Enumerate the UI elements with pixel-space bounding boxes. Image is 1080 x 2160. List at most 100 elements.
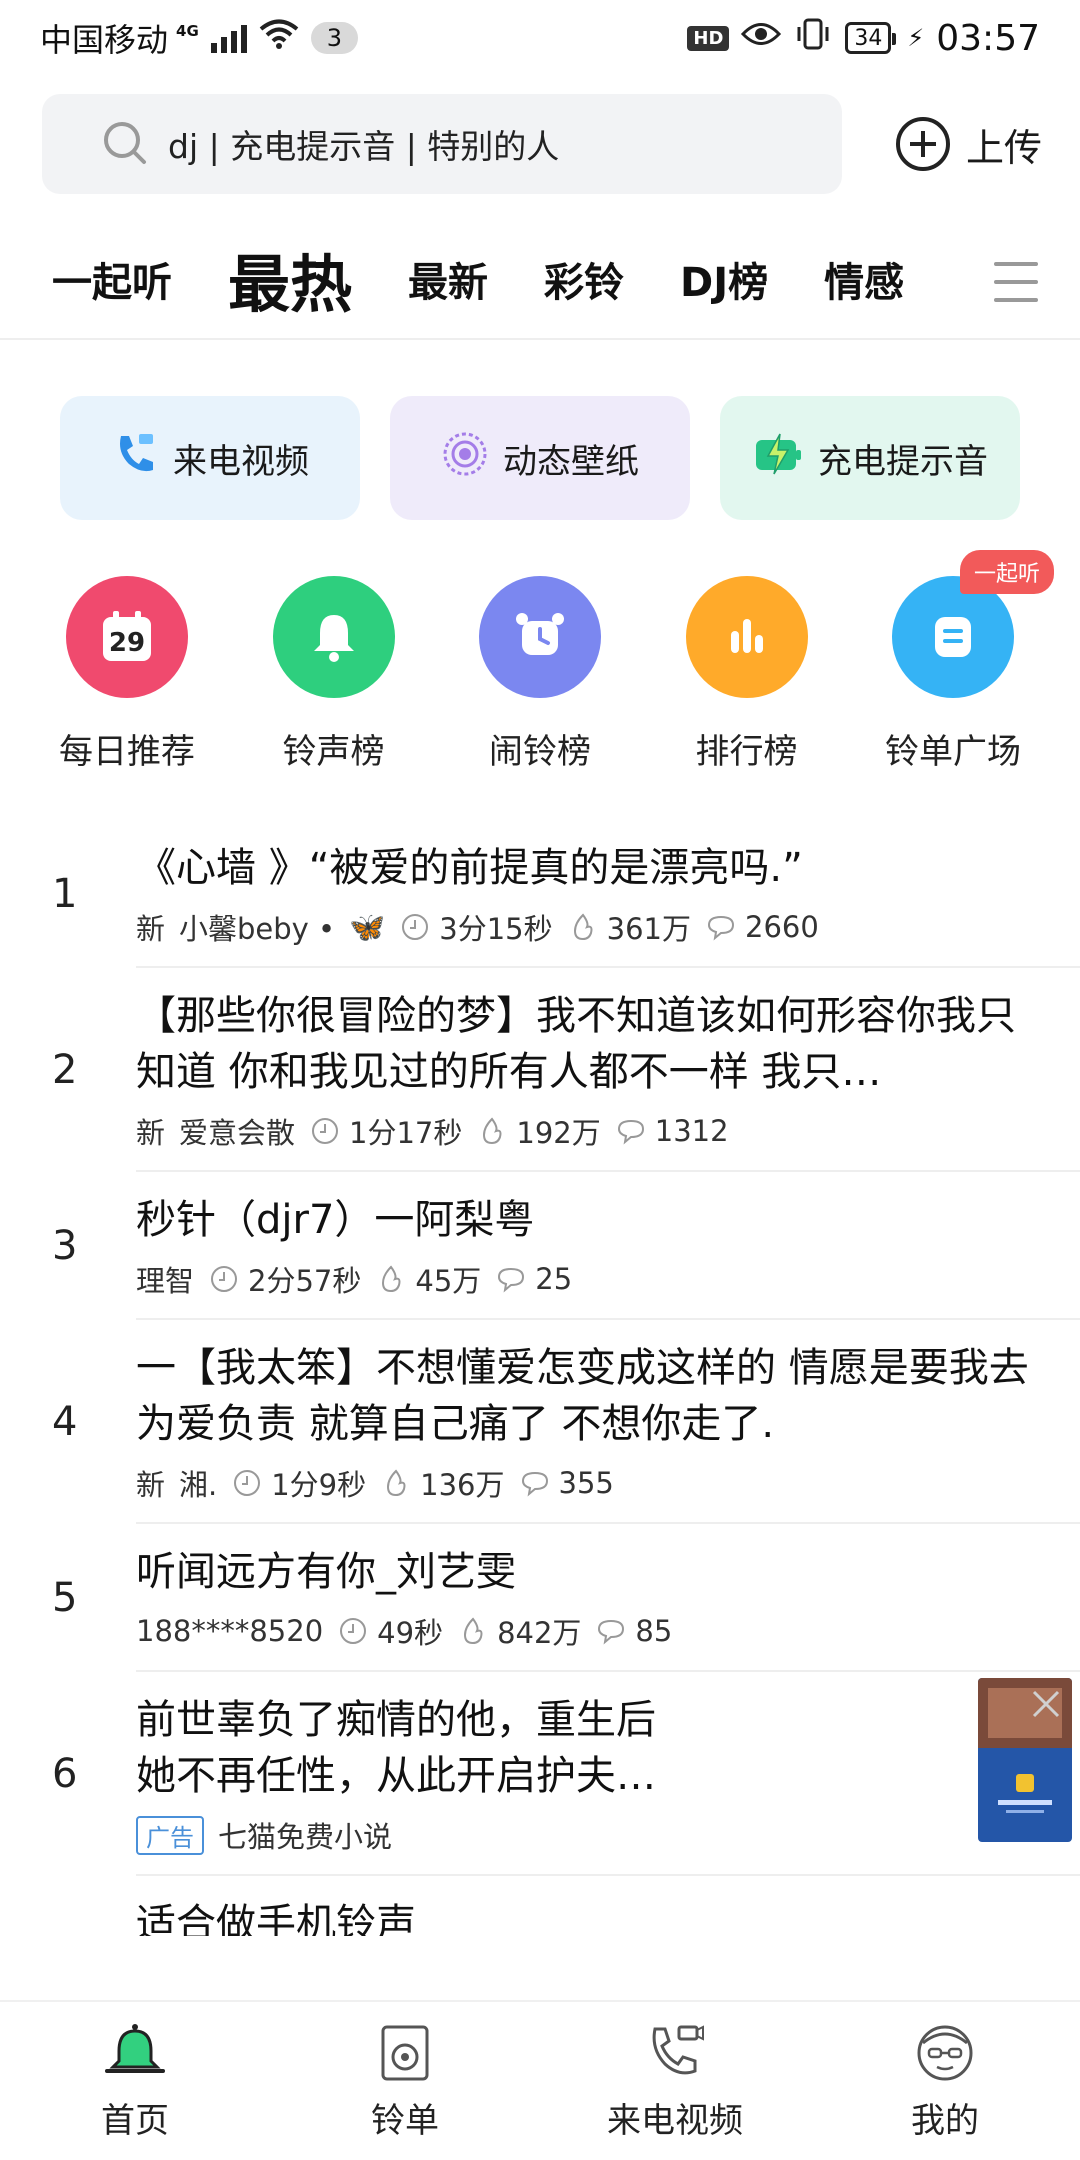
play-count: 192万 — [516, 1116, 601, 1150]
nav-home[interactable]: 首页 — [35, 2021, 235, 2142]
ad-thumbnail[interactable] — [978, 1678, 1072, 1842]
carrier-label: 中国移动 — [40, 21, 169, 59]
nav-profile[interactable]: 我的 — [845, 2021, 1045, 2142]
search-input[interactable]: dj | 充电提示音 | 特别的人 — [42, 94, 842, 194]
ad-title-line1: 前世辜负了痴情的他，重生后 — [136, 1697, 656, 1743]
wifi-icon — [259, 18, 299, 58]
phone-video-icon — [652, 2024, 704, 2074]
shortcut-daily-recommend[interactable]: 29 每日推荐 — [32, 576, 222, 773]
menu-icon[interactable] — [994, 262, 1038, 302]
nav-playlist[interactable]: 铃单 — [305, 2021, 505, 2142]
shortcut-row: 29 每日推荐 铃声榜 闹铃榜 排行榜 铃单广场 一起听 — [32, 550, 1054, 773]
ad-meta: 广告 七猫免费小说 — [136, 1814, 960, 1856]
play-count: 361万 — [606, 912, 691, 946]
network-type: 4G — [176, 22, 199, 40]
tab-newest[interactable]: 最新 — [408, 250, 488, 308]
clock-icon — [402, 914, 429, 940]
duration: 2分57秒 — [248, 1264, 362, 1298]
author-name: 理智 — [136, 1264, 195, 1298]
list-item[interactable]: 1 《心墙 》“被爱的前提真的是漂亮吗.” 新 小馨beby • 🦋 3分15秒… — [0, 820, 1080, 968]
charging-icon — [752, 430, 804, 487]
eye-icon — [741, 19, 782, 57]
profile-avatar-icon — [917, 2025, 973, 2080]
battery-level: 34 — [854, 25, 883, 51]
clock-icon — [340, 1618, 367, 1644]
alarm-clock-icon — [479, 576, 601, 698]
vibrate-icon — [793, 17, 833, 59]
shortcut-label: 每日推荐 — [59, 732, 195, 772]
tab-ringback[interactable]: 彩铃 — [544, 250, 624, 308]
shortcut-playlist-square[interactable]: 铃单广场 一起听 — [858, 550, 1054, 773]
clock-icon — [234, 1470, 261, 1496]
comment-count: 355 — [558, 1466, 614, 1500]
notification-count: 3 — [310, 22, 359, 54]
list-item[interactable]: 2 【那些你很冒险的梦】我不知道该如何形容你我只知道 你和我见过的所有人都不一样… — [0, 968, 1080, 1172]
category-tabs: 一起听 最热 最新 彩铃 DJ榜 情感 — [0, 220, 1080, 340]
ad-list-item[interactable]: 6 前世辜负了痴情的他，重生后 她不再任性，从此开启护夫… 广告 七猫免费小说 — [0, 1672, 1080, 1876]
rank-number: 3 — [52, 1223, 78, 1269]
shortcut-ringtone-chart[interactable]: 铃声榜 — [239, 576, 429, 773]
feature-label: 动态壁纸 — [503, 441, 639, 482]
ringtone-title: 【那些你很冒险的梦】我不知道该如何形容你我只知道 你和我见过的所有人都不一样 我… — [136, 993, 1016, 1095]
playlist-disc-icon — [381, 2025, 429, 2080]
ringtone-list: 1 《心墙 》“被爱的前提真的是漂亮吗.” 新 小馨beby • 🦋 3分15秒… — [0, 820, 1080, 1936]
tab-emotion[interactable]: 情感 — [824, 250, 904, 308]
shortcut-alarm-chart[interactable]: 闹铃榜 — [445, 576, 635, 773]
charging-bolt-icon: ⚡ — [907, 24, 925, 52]
upload-button[interactable]: 上传 — [895, 117, 1042, 172]
list-item[interactable]: 3 秒针（djr7）一阿梨粤 理智 2分57秒 45万 25 — [0, 1172, 1080, 1320]
tab-together[interactable]: 一起听 — [52, 250, 172, 308]
nav-call-video[interactable]: 来电视频 — [575, 2021, 775, 2142]
flame-icon — [382, 1265, 401, 1293]
comment-count: 85 — [635, 1614, 673, 1648]
duration: 49秒 — [377, 1616, 444, 1650]
clock-icon — [211, 1266, 238, 1292]
close-icon[interactable] — [1028, 1686, 1064, 1722]
upload-label: 上传 — [965, 125, 1042, 170]
comment-icon — [521, 1471, 548, 1497]
shortcut-label: 铃声榜 — [282, 732, 385, 772]
tab-hottest[interactable]: 最热 — [228, 234, 352, 324]
hd-icon: HD — [687, 25, 730, 51]
comment-icon — [498, 1267, 525, 1293]
comment-count: 1312 — [654, 1114, 729, 1148]
search-icon — [100, 118, 148, 170]
clock-icon — [312, 1118, 339, 1144]
nav-label: 铃单 — [371, 2100, 439, 2141]
rank-number: 5 — [52, 1575, 78, 1621]
feature-call-video[interactable]: 来电视频 — [60, 396, 360, 520]
shortcut-label: 排行榜 — [695, 732, 798, 772]
together-badge: 一起听 — [959, 550, 1054, 594]
flame-icon — [483, 1117, 502, 1145]
author-name: 188****8520 — [136, 1614, 324, 1648]
play-count: 842万 — [497, 1616, 582, 1650]
ringtone-meta: 新 爱意会散 1分17秒 192万 1312 — [136, 1110, 1080, 1152]
bell-home-icon — [105, 2023, 165, 2073]
bottom-nav: 首页 铃单 来电视频 我的 — [0, 2000, 1080, 2160]
phone-video-icon — [111, 430, 159, 487]
nav-label: 来电视频 — [607, 2100, 743, 2141]
flame-icon — [387, 1469, 406, 1497]
feature-live-wallpaper[interactable]: 动态壁纸 — [390, 396, 690, 520]
list-item[interactable]: 5 听闻远方有你_刘艺雯 188****8520 49秒 842万 85 — [0, 1524, 1080, 1672]
duration: 1分17秒 — [349, 1116, 463, 1150]
butterfly-icon: 🦋 — [349, 909, 386, 944]
duration: 3分15秒 — [439, 912, 553, 946]
author-name: 湘. — [179, 1468, 218, 1502]
signal-icon — [210, 23, 247, 53]
shortcut-label: 闹铃榜 — [489, 732, 591, 772]
feature-charging-sound[interactable]: 充电提示音 — [720, 396, 1020, 520]
plus-circle-icon — [895, 117, 950, 171]
comment-count: 2660 — [745, 910, 819, 944]
list-item[interactable]: 适合做手机铃声 — [0, 1876, 1080, 1936]
ad-tag: 广告 — [136, 1815, 204, 1855]
tab-dj-chart[interactable]: DJ榜 — [680, 250, 768, 308]
bell-icon — [272, 576, 395, 698]
feature-label: 来电视频 — [173, 441, 309, 482]
shortcut-ranking[interactable]: 排行榜 — [652, 576, 842, 773]
list-item[interactable]: 4 一【我太笨】不想懂爱怎变成这样的 情愿是要我去为爱负责 就算自己痛了 不想你… — [0, 1320, 1080, 1524]
search-row: dj | 充电提示音 | 特别的人 上传 — [42, 94, 1042, 194]
calendar-day: 29 — [109, 628, 145, 658]
duration: 1分9秒 — [271, 1468, 367, 1502]
new-tag: 新 — [136, 1468, 166, 1502]
